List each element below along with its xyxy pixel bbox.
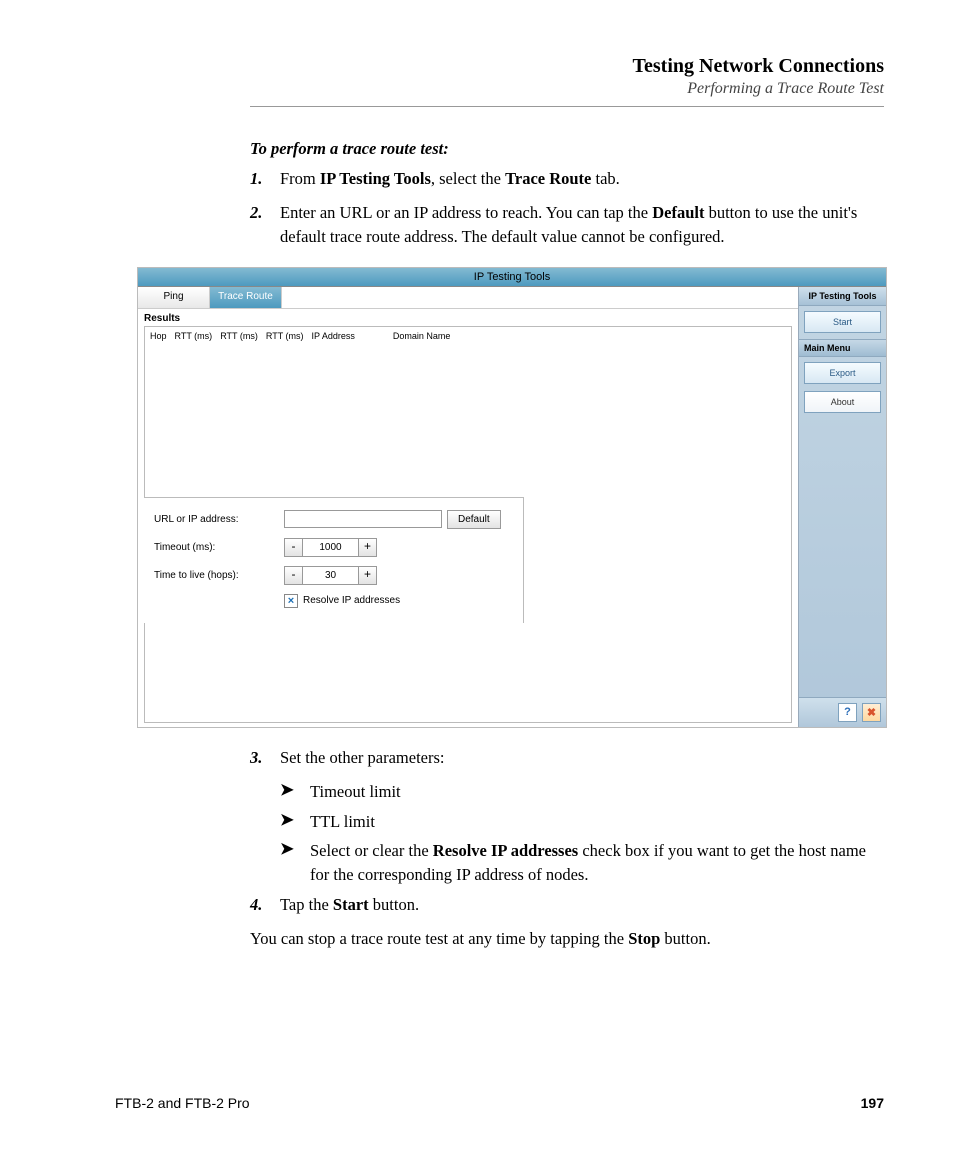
bullet-timeout: ➤ Timeout limit	[280, 780, 884, 804]
table-header: Hop RTT (ms) RTT (ms) RTT (ms) IP Addres…	[145, 327, 791, 345]
col-rtt2: RTT (ms)	[220, 331, 258, 341]
chapter-title: Testing Network Connections	[250, 55, 884, 78]
resolve-checkbox[interactable]: ×	[284, 594, 298, 608]
ttl-stepper: - 30 +	[284, 566, 377, 585]
embedded-screenshot: IP Testing Tools Ping Trace Route Result…	[137, 267, 887, 728]
tab-strip: Ping Trace Route	[138, 287, 798, 309]
page-header: Testing Network Connections Performing a…	[250, 55, 884, 107]
results-label: Results	[144, 313, 792, 324]
side-panel: IP Testing Tools Start Main Menu Export …	[798, 287, 886, 727]
page-number: 197	[861, 1095, 884, 1111]
step-number: 4.	[250, 893, 280, 917]
timeout-stepper: - 1000 +	[284, 538, 377, 557]
page-footer: FTB-2 and FTB-2 Pro 197	[115, 1095, 884, 1111]
close-icon[interactable]: ✖	[862, 703, 881, 722]
url-input[interactable]	[284, 510, 442, 528]
window-title: IP Testing Tools	[138, 268, 886, 287]
url-label: URL or IP address:	[154, 514, 284, 525]
bullet-text: Select or clear the Resolve IP addresses…	[310, 839, 884, 887]
ttl-minus-button[interactable]: -	[284, 566, 303, 585]
parameters-form: URL or IP address: Default Timeout (ms):…	[144, 497, 524, 623]
arrow-icon: ➤	[280, 810, 310, 830]
results-table: Hop RTT (ms) RTT (ms) RTT (ms) IP Addres…	[144, 326, 792, 723]
tab-ping[interactable]: Ping	[138, 287, 210, 308]
main-menu-header: Main Menu	[799, 339, 886, 357]
timeout-plus-button[interactable]: +	[358, 538, 377, 557]
step-4: 4. Tap the Start button.	[250, 893, 884, 917]
start-button[interactable]: Start	[804, 311, 881, 333]
step-text: Enter an URL or an IP address to reach. …	[280, 201, 884, 249]
export-button[interactable]: Export	[804, 362, 881, 384]
bullet-ttl: ➤ TTL limit	[280, 810, 884, 834]
step-text: Set the other parameters:	[280, 746, 884, 770]
timeout-value[interactable]: 1000	[303, 538, 358, 557]
col-ip: IP Address	[312, 331, 355, 341]
step-1: 1. From IP Testing Tools, select the Tra…	[250, 167, 884, 191]
procedure-heading: To perform a trace route test:	[250, 137, 884, 161]
main-panel: Ping Trace Route Results Hop RTT (ms) RT…	[138, 287, 798, 727]
ttl-label: Time to live (hops):	[154, 570, 284, 581]
col-rtt1: RTT (ms)	[175, 331, 213, 341]
results-panel: Results Hop RTT (ms) RTT (ms) RTT (ms) I…	[144, 313, 792, 723]
resolve-label: Resolve IP addresses	[303, 595, 400, 606]
section-title: Performing a Trace Route Test	[250, 80, 884, 98]
step-text: From IP Testing Tools, select the Trace …	[280, 167, 884, 191]
col-domain: Domain Name	[393, 331, 451, 341]
timeout-label: Timeout (ms):	[154, 542, 284, 553]
col-rtt3: RTT (ms)	[266, 331, 304, 341]
timeout-minus-button[interactable]: -	[284, 538, 303, 557]
step-3: 3. Set the other parameters:	[250, 746, 884, 770]
step-text: Tap the Start button.	[280, 893, 884, 917]
closing-note: You can stop a trace route test at any t…	[250, 927, 884, 951]
arrow-icon: ➤	[280, 839, 310, 859]
default-button[interactable]: Default	[447, 510, 501, 529]
bullet-resolve: ➤ Select or clear the Resolve IP address…	[280, 839, 884, 887]
about-button[interactable]: About	[804, 391, 881, 413]
side-header: IP Testing Tools	[799, 287, 886, 306]
bullet-text: TTL limit	[310, 810, 375, 834]
step-number: 2.	[250, 201, 280, 249]
step-number: 1.	[250, 167, 280, 191]
col-hop: Hop	[150, 331, 167, 341]
step-2: 2. Enter an URL or an IP address to reac…	[250, 201, 884, 249]
footer-product: FTB-2 and FTB-2 Pro	[115, 1095, 250, 1111]
step-number: 3.	[250, 746, 280, 770]
body-content: To perform a trace route test: 1. From I…	[250, 137, 884, 249]
ttl-plus-button[interactable]: +	[358, 566, 377, 585]
tab-trace-route[interactable]: Trace Route	[210, 287, 282, 308]
arrow-icon: ➤	[280, 780, 310, 800]
help-icon[interactable]: ?	[838, 703, 857, 722]
bullet-text: Timeout limit	[310, 780, 401, 804]
ttl-value[interactable]: 30	[303, 566, 358, 585]
body-content-continued: 3. Set the other parameters: ➤ Timeout l…	[250, 746, 884, 951]
